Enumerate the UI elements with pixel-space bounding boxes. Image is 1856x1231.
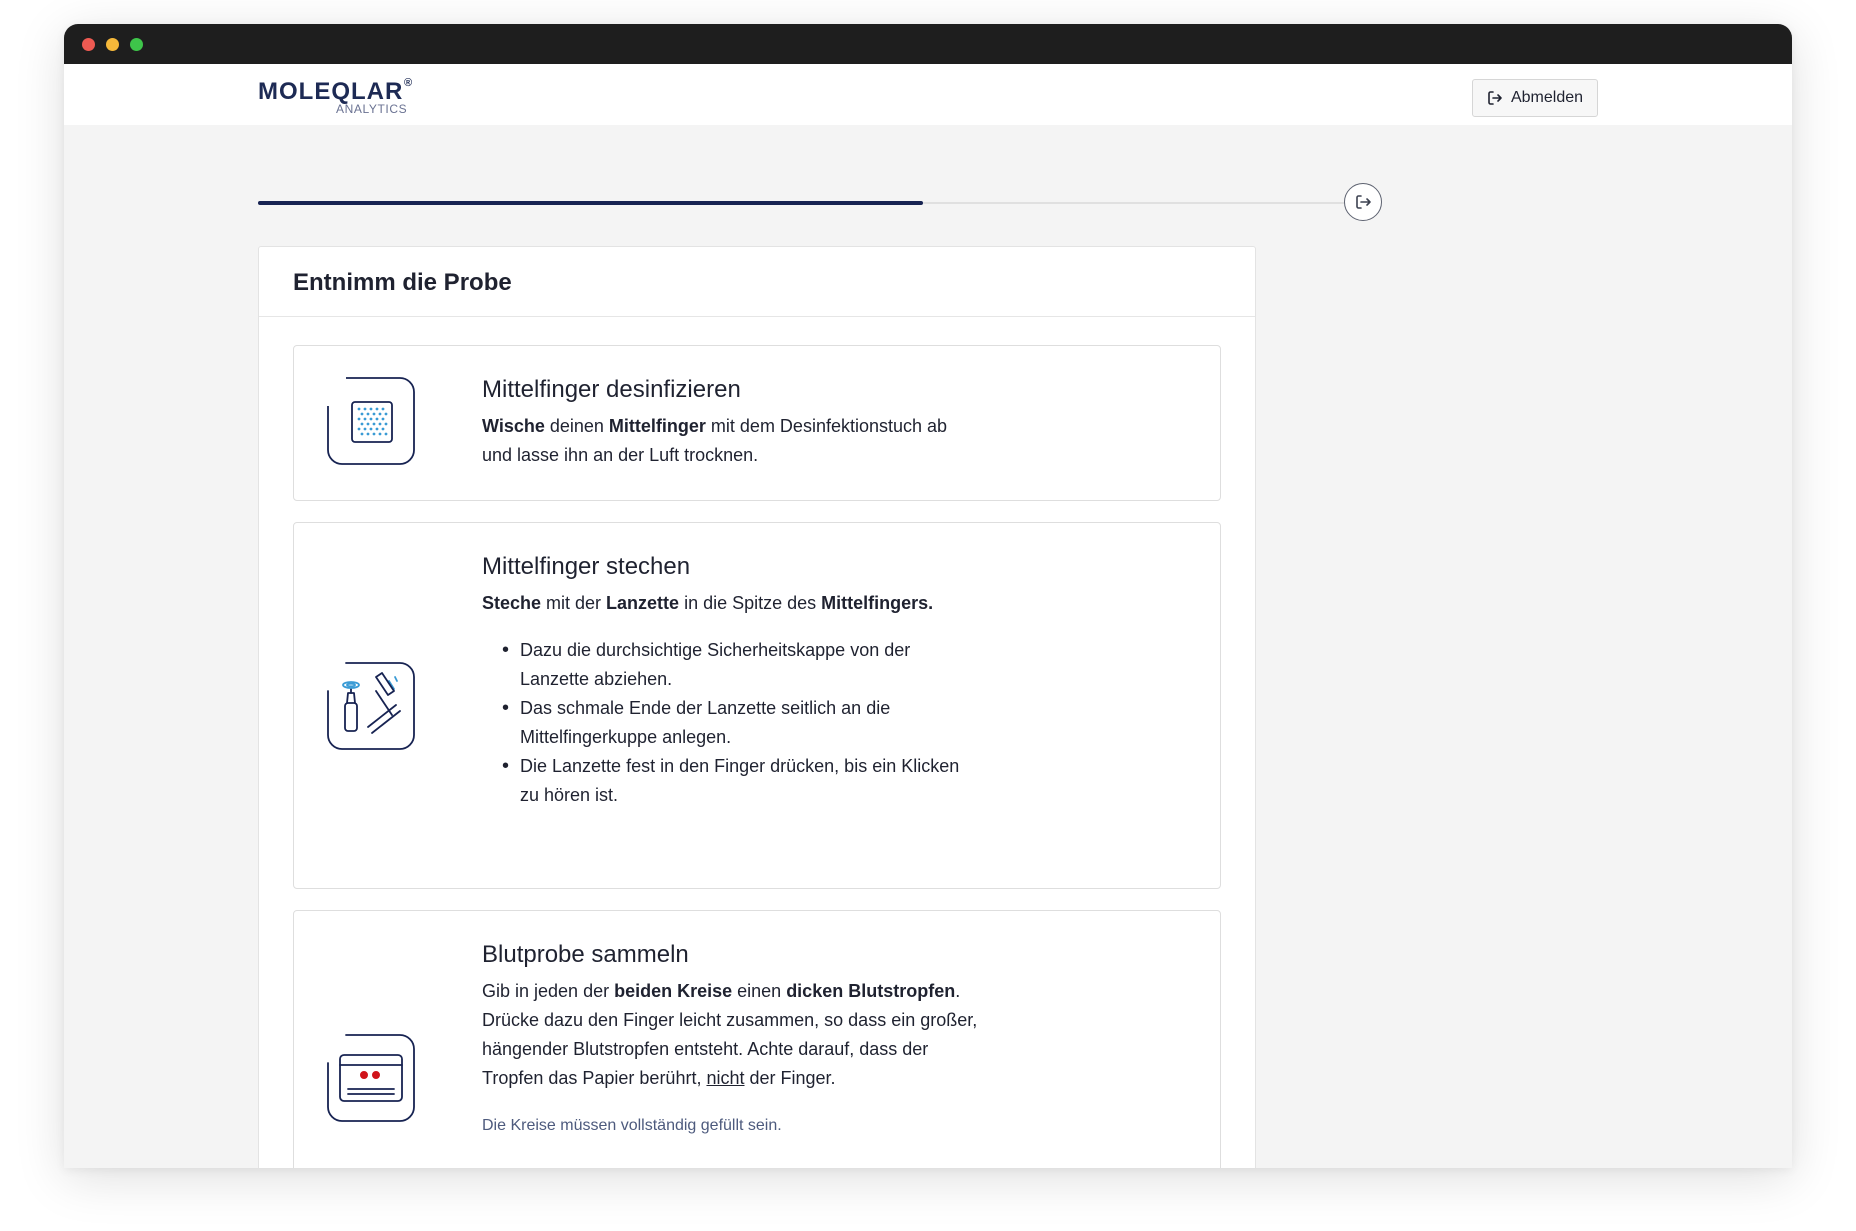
- card-title: Entnimm die Probe: [293, 269, 512, 296]
- logout-button[interactable]: Abmelden: [1472, 79, 1598, 117]
- text-segment: in die Spitze des: [679, 593, 822, 613]
- sample-instructions-card: Entnimm die Probe Mittelfinger desinfizi…: [258, 246, 1256, 1168]
- exit-icon: [1356, 195, 1371, 209]
- minimize-window-dot[interactable]: [106, 38, 119, 51]
- step-content: Mittelfinger stechen Steche mit der Lanz…: [482, 553, 982, 810]
- logout-label: Abmelden: [1510, 89, 1584, 106]
- step-description: Gib in jeden der beiden Kreise einen dic…: [482, 977, 982, 1093]
- step-content: Mittelfinger desinfizieren Wische deinen…: [482, 376, 982, 470]
- step-title: Mittelfinger desinfizieren: [482, 376, 741, 403]
- emphasis-text: dicken Blutstropfen: [786, 981, 956, 1001]
- emphasis-text: Steche: [482, 593, 542, 613]
- brand-subtitle: ANALYTICS: [336, 102, 408, 116]
- list-item: Das schmale Ende der Lanzette seitlich a…: [502, 694, 982, 752]
- blood-card-icon: [327, 1034, 415, 1122]
- step-card-collect: Blutprobe sammeln Gib in jeden der beide…: [293, 910, 1221, 1168]
- exit-flow-button[interactable]: [1344, 183, 1382, 221]
- step-card-prick: Mittelfinger stechen Steche mit der Lanz…: [293, 522, 1221, 889]
- step-note: Die Kreise müssen vollständig gefüllt se…: [482, 1117, 782, 1134]
- browser-window: MOLEQLAR ® ANALYTICS Abmelden Entnimm di…: [64, 24, 1792, 1168]
- progress-fill: [258, 201, 923, 205]
- card-header: Entnimm die Probe: [259, 247, 1255, 317]
- underlined-text: nicht: [706, 1068, 745, 1088]
- text-segment: deinen: [544, 416, 609, 436]
- lancet-icon: [327, 662, 415, 750]
- step-instructions-list: Dazu die durchsichtige Sicherheitskappe …: [482, 636, 982, 810]
- brand-logo[interactable]: MOLEQLAR ® ANALYTICS: [258, 77, 428, 120]
- close-window-dot[interactable]: [82, 38, 95, 51]
- text-segment: der Finger.: [744, 1068, 836, 1088]
- logout-icon: [1488, 91, 1502, 105]
- window-titlebar: [64, 24, 1792, 64]
- emphasis-text: Mittelfingers.: [821, 593, 934, 613]
- emphasis-text: Wische: [482, 416, 545, 436]
- text-segment: mit der: [541, 593, 607, 613]
- app-header: MOLEQLAR ® ANALYTICS Abmelden: [64, 64, 1792, 125]
- text-segment: einen: [732, 981, 787, 1001]
- maximize-window-dot[interactable]: [130, 38, 143, 51]
- step-content: Blutprobe sammeln Gib in jeden der beide…: [482, 941, 982, 1135]
- emphasis-text: beiden Kreise: [614, 981, 733, 1001]
- step-description: Steche mit der Lanzette in die Spitze de…: [482, 589, 982, 618]
- list-item: Dazu die durchsichtige Sicherheitskappe …: [502, 636, 982, 694]
- emphasis-text: Mittelfinger: [608, 416, 706, 436]
- progress-bar: [258, 183, 1382, 221]
- step-title: Mittelfinger stechen: [482, 553, 691, 580]
- step-description: Wische deinen Mittelfinger mit dem Desin…: [482, 412, 982, 470]
- text-segment: Gib in jeden der: [482, 981, 615, 1001]
- list-item: Die Lanzette fest in den Finger drücken,…: [502, 752, 982, 810]
- step-title: Blutprobe sammeln: [482, 941, 689, 968]
- step-card-disinfect: Mittelfinger desinfizieren Wische deinen…: [293, 345, 1221, 501]
- brand-registered-mark: ®: [404, 77, 413, 89]
- emphasis-text: Lanzette: [606, 593, 680, 613]
- disinfection-wipe-icon: [327, 377, 415, 465]
